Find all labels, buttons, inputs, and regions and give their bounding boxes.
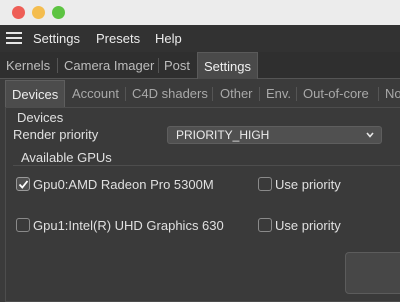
tab-out-of-core[interactable]: Out-of-core (303, 80, 369, 107)
available-gpus-title: Available GPUs (21, 150, 112, 165)
tab-separator (259, 87, 260, 101)
devices-section-title: Devices (17, 110, 64, 125)
tab-separator (125, 87, 126, 101)
tab-separator (296, 87, 297, 101)
tab-c4d-shaders[interactable]: C4D shaders (132, 80, 208, 107)
menu-presets[interactable]: Presets (96, 31, 140, 46)
hamburger-menu-icon[interactable] (6, 32, 22, 45)
tab-env[interactable]: Env. (266, 80, 291, 107)
minimize-window-button[interactable] (32, 6, 45, 19)
gpu1-enable-checkbox[interactable] (16, 218, 30, 232)
menubar: Settings Presets Help (0, 25, 400, 52)
tab-separator (378, 87, 379, 101)
tab-other[interactable]: Other (220, 80, 253, 107)
tab-devices[interactable]: Devices (5, 80, 66, 107)
window-titlebar (0, 0, 400, 25)
group-divider (13, 165, 400, 166)
tab-post[interactable]: Post (158, 52, 196, 79)
menu-help[interactable]: Help (155, 31, 182, 46)
gpu1-use-priority-checkbox[interactable] (258, 218, 272, 232)
chevron-down-icon (366, 132, 374, 138)
main-tab-bar: Kernels Camera Imager Post Settings (0, 52, 400, 79)
tab-camera-imager[interactable]: Camera Imager (58, 52, 160, 79)
gpu0-use-priority-label: Use priority (275, 177, 341, 192)
tab-overflow[interactable]: No (385, 80, 400, 107)
render-priority-label: Render priority (13, 127, 99, 142)
action-button[interactable] (345, 252, 400, 294)
tab-kernels[interactable]: Kernels (0, 52, 56, 79)
menu-settings[interactable]: Settings (33, 31, 80, 46)
close-window-button[interactable] (12, 6, 25, 19)
settings-tab-bar: Devices Account C4D shaders Other Env. O… (0, 80, 400, 107)
gpu1-use-priority-label: Use priority (275, 218, 341, 233)
checkmark-icon (18, 180, 29, 189)
render-priority-value: PRIORITY_HIGH (176, 128, 270, 142)
tab-account[interactable]: Account (72, 80, 119, 107)
tab-separator (212, 87, 213, 101)
tab-settings[interactable]: Settings (197, 52, 258, 79)
gpu0-use-priority-checkbox[interactable] (258, 177, 272, 191)
gpu0-enable-checkbox[interactable] (16, 177, 30, 191)
gpu1-name: Gpu1:Intel(R) UHD Graphics 630 (33, 218, 224, 233)
gpu0-name: Gpu0:AMD Radeon Pro 5300M (33, 177, 214, 192)
render-priority-dropdown[interactable]: PRIORITY_HIGH (167, 126, 382, 144)
zoom-window-button[interactable] (52, 6, 65, 19)
